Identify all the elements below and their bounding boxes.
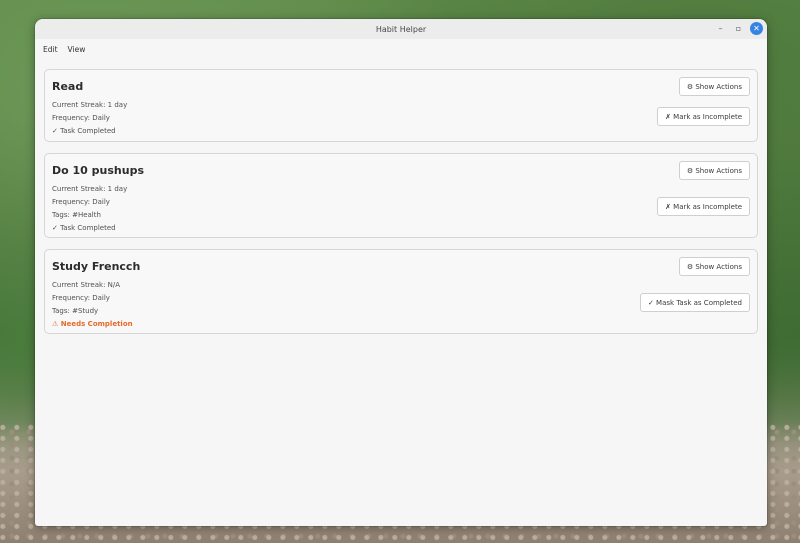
close-icon[interactable]: ✕ [750, 22, 763, 35]
minimize-icon[interactable]: – [714, 22, 727, 35]
habit-card: Read Current Streak: 1 day Frequency: Da… [44, 69, 758, 142]
app-window: Habit Helper – ▫ ✕ Edit View Read Curren… [35, 19, 767, 526]
habit-tags: Tags: #Health [52, 211, 101, 219]
habit-name: Study Frencch [52, 260, 141, 273]
habit-name: Read [52, 80, 84, 93]
habit-frequency: Frequency: Daily [52, 114, 110, 122]
habit-streak: Current Streak: N/A [52, 281, 121, 289]
habit-list: Read Current Streak: 1 day Frequency: Da… [35, 59, 767, 334]
show-actions-button[interactable]: ⚙ Show Actions [678, 77, 750, 96]
habit-streak: Current Streak: 1 day [52, 185, 128, 193]
habit-status: ✓ Task Completed [52, 224, 116, 232]
habit-frequency: Frequency: Daily [52, 198, 110, 206]
menu-bar: Edit View [35, 39, 767, 59]
menu-edit[interactable]: Edit [43, 45, 58, 54]
habit-card: Study Frencch Current Streak: N/A Freque… [44, 249, 758, 334]
show-actions-button[interactable]: ⚙ Show Actions [678, 161, 750, 180]
mark-incomplete-button[interactable]: ✗ Mark as Incomplete [657, 197, 750, 216]
menu-view[interactable]: View [68, 45, 86, 54]
habit-status: ⚠ Needs Completion [52, 320, 133, 328]
window-controls: – ▫ ✕ [714, 22, 763, 35]
show-actions-button[interactable]: ⚙ Show Actions [678, 257, 750, 276]
habit-streak: Current Streak: 1 day [52, 101, 128, 109]
habit-status: ✓ Task Completed [52, 127, 116, 135]
window-title: Habit Helper [375, 24, 427, 34]
habit-name: Do 10 pushups [52, 164, 144, 177]
habit-card: Do 10 pushups Current Streak: 1 day Freq… [44, 153, 758, 238]
maximize-icon[interactable]: ▫ [732, 22, 745, 35]
mark-incomplete-button[interactable]: ✗ Mark as Incomplete [657, 107, 750, 126]
title-bar: Habit Helper – ▫ ✕ [35, 19, 767, 39]
mark-completed-button[interactable]: ✓ Mask Task as Completed [639, 293, 750, 312]
